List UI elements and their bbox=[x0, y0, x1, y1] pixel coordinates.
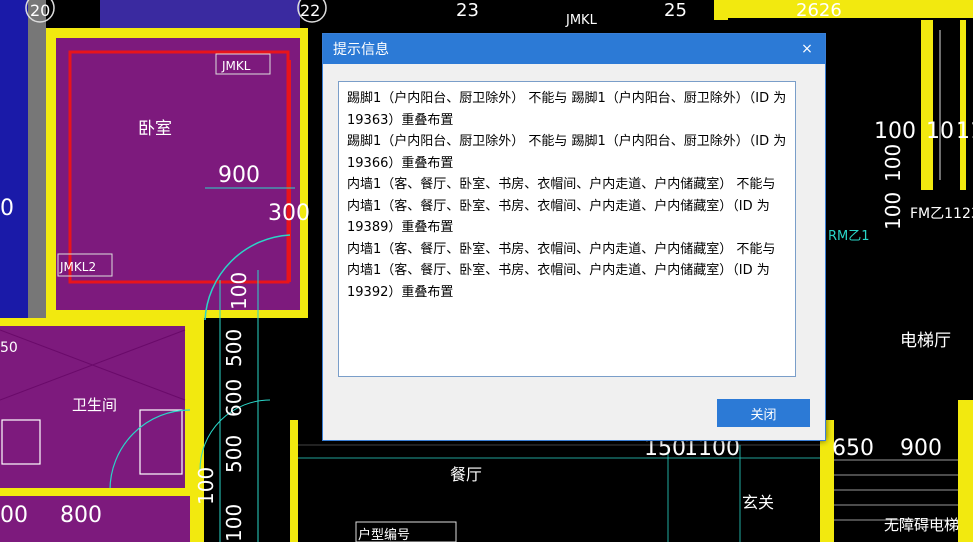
grid-label-22: 22 bbox=[300, 1, 320, 20]
grid-label-23: 23 bbox=[456, 0, 479, 21]
close-icon[interactable]: × bbox=[799, 41, 815, 57]
tag-fm: FM乙1123 bbox=[910, 206, 973, 222]
right-column bbox=[921, 20, 933, 190]
grid-label-25: 25 bbox=[664, 0, 687, 21]
dim-100-right2: 100 bbox=[881, 144, 905, 182]
dim-900-right: 900 bbox=[900, 436, 942, 461]
bath-fixture-right bbox=[139, 409, 183, 475]
room-label-dining: 餐厅 bbox=[450, 465, 482, 484]
room-label-bedroom: 卧室 bbox=[138, 119, 172, 139]
dialog-title: 提示信息 bbox=[333, 42, 389, 58]
dim-500-b: 500 bbox=[222, 435, 246, 473]
room-label-unit-number: 户型编号 bbox=[358, 527, 410, 542]
dim-600: 600 bbox=[222, 379, 246, 417]
dim-00: 00 bbox=[0, 503, 28, 528]
right-top-black bbox=[728, 18, 973, 28]
tag-window-top: JMKL bbox=[221, 59, 251, 73]
message-line: 内墙1（客、餐厅、卧室、书房、衣帽间、户内走道、户内储藏室） 不能与 内墙1（客… bbox=[347, 177, 776, 235]
dim-11: 11 bbox=[956, 119, 973, 144]
right-column-edge bbox=[960, 20, 966, 190]
tag-side: RM乙1 bbox=[828, 229, 870, 244]
dim-800: 800 bbox=[60, 503, 102, 528]
message-textarea[interactable]: 踢脚1（户内阳台、厨卫除外） 不能与 踢脚1（户内阳台、厨卫除外）（ID 为 1… bbox=[338, 81, 796, 377]
close-button[interactable]: 关闭 bbox=[717, 399, 810, 427]
dim-100-c: 100 bbox=[222, 504, 246, 542]
left-wall-grey bbox=[28, 0, 46, 318]
tag-mid: JMKL bbox=[565, 13, 598, 28]
dim-50: 50 bbox=[0, 340, 18, 356]
dim-300: 300 bbox=[268, 201, 310, 226]
grid-label-20: 20 bbox=[30, 1, 50, 20]
dim-100-b: 100 bbox=[194, 467, 218, 505]
dim-100-top: 100 bbox=[227, 272, 251, 310]
dim-0-left: 0 bbox=[0, 196, 14, 221]
dim-500-a: 500 bbox=[222, 329, 246, 367]
corridor-wall bbox=[290, 420, 298, 542]
bath-fixture-left bbox=[1, 419, 41, 465]
message-line: 踢脚1（户内阳台、厨卫除外） 不能与 踢脚1（户内阳台、厨卫除外）（ID 为 1… bbox=[347, 91, 787, 128]
message-line: 内墙1（客、餐厅、卧室、书房、衣帽间、户内走道、户内储藏室） 不能与 内墙1（客… bbox=[347, 241, 776, 300]
dim-650: 650 bbox=[832, 436, 874, 461]
dialog-title-bar[interactable]: 提示信息 × bbox=[323, 34, 825, 64]
info-dialog: 提示信息 × 踢脚1（户内阳台、厨卫除外） 不能与 踢脚1（户内阳台、厨卫除外）… bbox=[322, 33, 826, 441]
dim-100-right3: 100 bbox=[881, 192, 905, 230]
room-label-accessible-elevator: 无障碍电梯 bbox=[884, 516, 959, 534]
dim-100-right1: 100 bbox=[874, 119, 916, 144]
dim-900-bedroom: 900 bbox=[218, 163, 260, 188]
room-label-elevator-hall: 电梯厅 bbox=[900, 331, 951, 351]
right-top-wall bbox=[714, 0, 973, 20]
stair-wall-right bbox=[958, 400, 973, 542]
central-vertical-wall bbox=[196, 318, 204, 542]
dim-10: 10 bbox=[926, 119, 954, 144]
grid-label-2626: 2626 bbox=[796, 0, 842, 21]
room-label-bathroom: 卫生间 bbox=[72, 396, 117, 414]
room-label-foyer: 玄关 bbox=[742, 493, 774, 512]
message-line: 踢脚1（户内阳台、厨卫除外） 不能与 踢脚1（户内阳台、厨卫除外）（ID 为 1… bbox=[347, 134, 787, 171]
left-room-fill bbox=[0, 0, 28, 318]
tag-window-side: JMKL2 bbox=[59, 260, 96, 274]
